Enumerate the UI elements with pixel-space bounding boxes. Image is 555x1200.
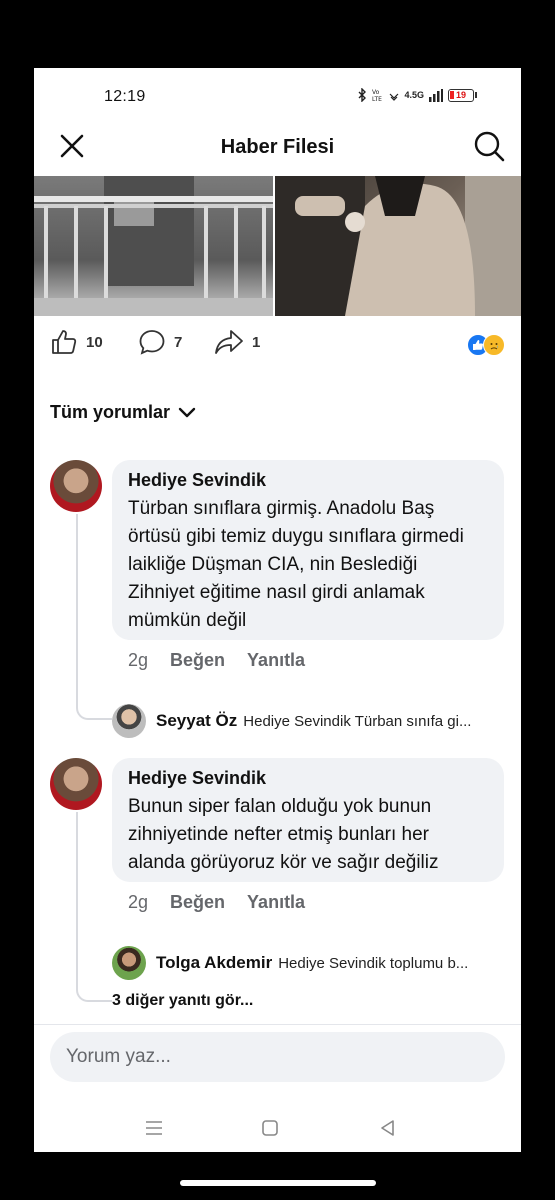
battery-level: 19 (455, 89, 466, 100)
avatar[interactable] (50, 758, 102, 810)
battery-icon: 19 (448, 88, 477, 102)
back-triangle-icon (381, 1120, 394, 1136)
thread-line (76, 514, 112, 720)
comment-meta: 2g Beğen Yanıtla (128, 892, 305, 913)
reply-author[interactable]: Tolga Akdemir (156, 953, 272, 973)
reply-text: Hediye Sevindik toplumu b... (278, 954, 469, 972)
comments-filter-label: Tüm yorumlar (50, 402, 171, 422)
wifi-signal-icon (390, 93, 399, 101)
comment-input[interactable] (50, 1032, 505, 1082)
thread-line (76, 812, 112, 1002)
comment-author[interactable]: Hediye Sevindik (128, 470, 488, 491)
status-bar: 12:19 Vo LTE 4.5G 19 (34, 68, 521, 126)
comment-time: 2g (128, 650, 149, 670)
search-icon (474, 131, 505, 162)
reaction-summary[interactable] (467, 334, 505, 356)
like-button[interactable]: Beğen (170, 650, 225, 671)
divider (34, 1024, 521, 1025)
share-icon (215, 330, 243, 354)
thumbs-up-icon (52, 330, 77, 354)
comment-action[interactable]: 7 (138, 328, 182, 356)
post-photo-right (275, 176, 521, 316)
avatar[interactable] (112, 704, 146, 738)
comment-meta: 2g Beğen Yanıtla (128, 650, 305, 671)
avatar[interactable] (50, 460, 102, 512)
svg-text:Vo: Vo (372, 89, 380, 96)
like-action[interactable]: 10 (50, 328, 103, 356)
comment-author[interactable]: Hediye Sevindik (128, 768, 488, 789)
like-button[interactable]: Beğen (170, 892, 225, 913)
back-button[interactable] (374, 1114, 402, 1142)
bluetooth-icon (358, 88, 367, 102)
reply-button[interactable]: Yanıtla (247, 650, 305, 671)
like-count: 10 (86, 333, 103, 351)
square-icon (262, 1120, 278, 1136)
view-more-replies-link[interactable]: 3 diğer yanıtı gör... (112, 992, 253, 1010)
person-illustration (275, 176, 521, 316)
comment-count: 7 (174, 333, 183, 351)
home-button[interactable] (256, 1114, 284, 1142)
avatar[interactable] (112, 946, 146, 980)
comment-text: Türban sınıflara girmiş. Anadolu Baş ört… (128, 498, 464, 631)
reply-text: Hediye Sevindik Türban sınıfa gi... (243, 712, 472, 730)
railing-illustration (34, 176, 273, 316)
share-count: 1 (252, 333, 261, 351)
status-icons: Vo LTE 4.5G 19 (357, 88, 477, 102)
post-actions: 10 7 1 (34, 328, 521, 364)
menu-lines-icon (146, 1121, 162, 1135)
sad-reaction-icon (483, 334, 505, 356)
phone-screen: 12:19 Vo LTE 4.5G 19 Haber Filesi 10 7 1… (34, 68, 521, 1152)
comment-bubble-icon (139, 330, 165, 355)
post-image[interactable] (34, 176, 521, 316)
search-button[interactable] (473, 130, 505, 162)
app-header: Haber Filesi (34, 126, 521, 176)
reply-preview[interactable]: Tolga Akdemir Hediye Sevindik toplumu b.… (112, 946, 512, 980)
system-nav-bar (34, 1104, 521, 1152)
recent-apps-button[interactable] (140, 1114, 168, 1142)
chevron-down-icon (178, 407, 196, 417)
reply-preview[interactable]: Seyyat Öz Hediye Sevindik Türban sınıfa … (112, 704, 512, 738)
comment-text: Bunun siper falan olduğu yok bunun zihni… (128, 796, 439, 873)
comments-filter-dropdown[interactable]: Tüm yorumlar (50, 402, 196, 423)
reply-author[interactable]: Seyyat Öz (156, 711, 237, 731)
post-photo-left (34, 176, 273, 316)
volte-icon: VoLTE (372, 89, 382, 102)
home-indicator[interactable] (180, 1180, 376, 1186)
comment-bubble[interactable]: Hediye Sevindik Türban sınıflara girmiş.… (112, 460, 504, 640)
reply-button[interactable]: Yanıtla (247, 892, 305, 913)
signal-bars-icon (429, 88, 443, 102)
share-action[interactable]: 1 (214, 328, 260, 356)
page-title: Haber Filesi (220, 136, 335, 158)
svg-text:LTE: LTE (372, 96, 382, 102)
comment-time: 2g (128, 892, 149, 912)
status-time: 12:19 (104, 88, 146, 105)
network-type: 4.5G (404, 90, 424, 100)
comment-bubble[interactable]: Hediye Sevindik Bunun siper falan olduğu… (112, 758, 504, 882)
